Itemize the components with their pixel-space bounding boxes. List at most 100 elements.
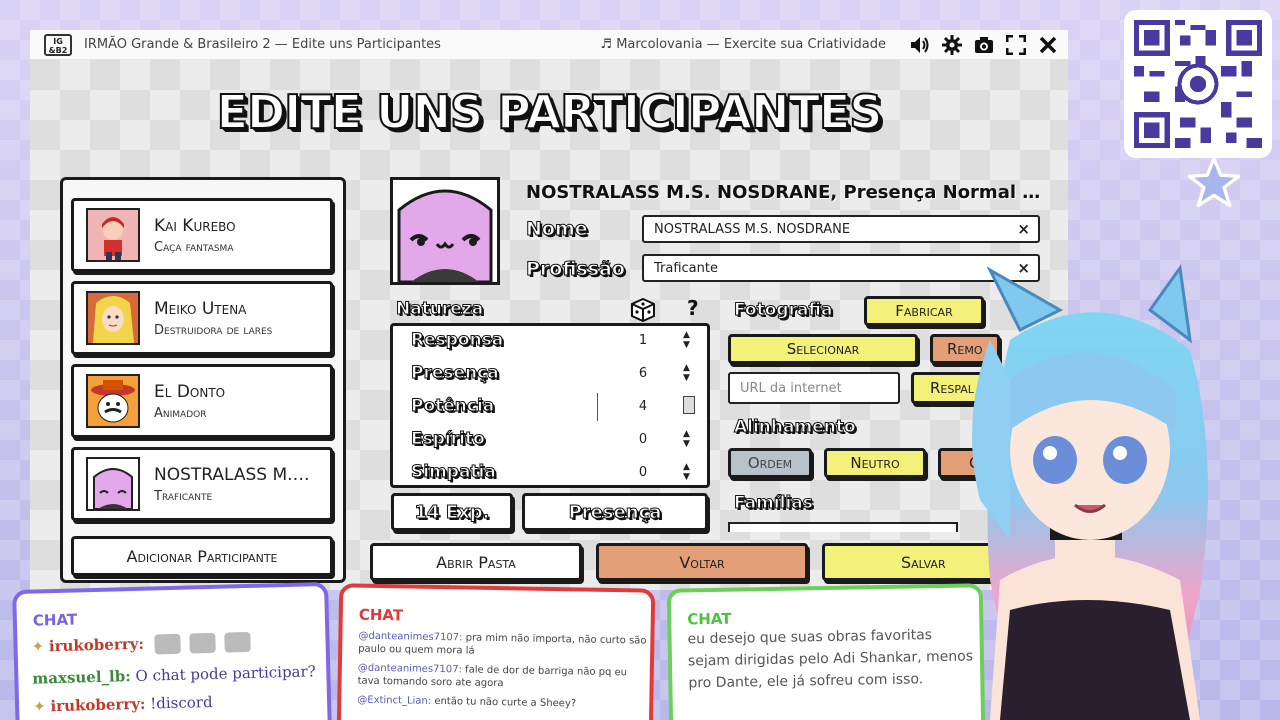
participant-name: Meiko Utena bbox=[154, 298, 247, 319]
participant-summary: NOSTRALASS M.S. NOSDRANE, Presença Norma… bbox=[526, 182, 1046, 203]
participant-card[interactable]: El Donto Animador bbox=[71, 364, 333, 438]
chat-panel-3: CHAT eu desejo que suas obras favoritas … bbox=[666, 583, 986, 720]
volume-icon[interactable] bbox=[910, 35, 930, 55]
participant-card-selected[interactable]: NOSTRALASS M.S. NOSDRANE Traficante bbox=[71, 447, 333, 521]
add-participant-button[interactable]: Adicionar Participante bbox=[71, 536, 333, 576]
chat-user: @danteanimes7107: bbox=[358, 630, 463, 644]
chat-message: maxsuel_lb: O chat pode participar? bbox=[32, 662, 316, 687]
stat-row: Espírito 0 ▲ ▼ bbox=[393, 425, 707, 458]
stat-label: Potência bbox=[410, 396, 495, 417]
stats-panel: Responsa 1 ▲ ▼ Presença 6 ▲ ▼ Potência 4 E… bbox=[390, 323, 710, 488]
participant-job: Destruidora de lares bbox=[154, 322, 273, 338]
chat-user: irukoberry: bbox=[48, 634, 145, 656]
stat-spinner[interactable]: ▲ ▼ bbox=[683, 363, 690, 383]
participant-avatar bbox=[86, 457, 140, 511]
photo-url-input[interactable]: URL da internet bbox=[728, 372, 900, 404]
profession-label: Profissão bbox=[526, 258, 626, 281]
chat-message: @danteanimes7107: pra mim não importa, n… bbox=[358, 630, 648, 661]
dice-icon[interactable] bbox=[631, 297, 655, 326]
chat-message: eu desejo que suas obras favoritas sejam… bbox=[687, 627, 974, 692]
participant-portrait[interactable] bbox=[390, 177, 500, 285]
app-logo: IG &B2 bbox=[44, 33, 72, 56]
stat-label: Espírito bbox=[411, 429, 486, 450]
chat-text: !discord bbox=[149, 692, 213, 713]
exp-button[interactable]: 14 Exp. bbox=[391, 493, 513, 531]
chat-text: então tu não curte a Sheey? bbox=[434, 695, 577, 710]
game-window: IG &B2 IRMÃO Grande & Brasileiro 2 — Edi… bbox=[30, 30, 1068, 590]
participant-card[interactable]: Kai Kurebo Caça fantasma bbox=[71, 198, 333, 272]
chat-message: @danteanimes7107: fale de dor de barriga… bbox=[358, 662, 648, 693]
title-bar: IG &B2 IRMÃO Grande & Brasileiro 2 — Edi… bbox=[30, 30, 1068, 60]
participant-name: El Donto bbox=[154, 381, 226, 402]
page-title: EDITE UNS PARTICIPANTES bbox=[216, 84, 884, 140]
clear-name-icon[interactable]: × bbox=[1017, 220, 1030, 238]
chat-text: O chat pode participar? bbox=[135, 662, 316, 685]
star-icon bbox=[1187, 156, 1241, 208]
nature-label: Natureza bbox=[395, 299, 484, 320]
stat-row: Simpatia 0 ▲ ▼ bbox=[393, 458, 707, 491]
participant-job: Caça fantasma bbox=[154, 239, 234, 255]
fullscreen-icon[interactable] bbox=[1006, 34, 1026, 55]
chat-title: CHAT bbox=[358, 605, 404, 625]
gear-icon[interactable] bbox=[942, 34, 962, 55]
chat-user: irukoberry: bbox=[50, 694, 146, 716]
stat-value[interactable]: 6 bbox=[633, 366, 653, 381]
chat-user: @danteanimes7107: bbox=[357, 662, 462, 676]
qr-code bbox=[1124, 10, 1272, 158]
window-title: IRMÃO Grande & Brasileiro 2 — Edite uns … bbox=[84, 37, 441, 52]
camera-icon[interactable] bbox=[974, 35, 994, 55]
emote-icon bbox=[154, 633, 181, 655]
chat-panel-1: CHAT ✦ irukoberry: maxsuel_lb: O chat po… bbox=[12, 581, 332, 720]
families-list[interactable] bbox=[728, 522, 958, 532]
chat-user: maxsuel_lb: bbox=[32, 667, 131, 688]
stat-value[interactable]: 0 bbox=[633, 432, 653, 447]
name-value: NOSTRALASS M.S. NOSDRANE bbox=[654, 221, 851, 237]
stat-row: Responsa 1 ▲ ▼ bbox=[393, 326, 707, 359]
chat-title: CHAT bbox=[32, 610, 78, 630]
alignment-order-button[interactable]: Ordem bbox=[728, 448, 812, 478]
chat-panel-2: CHAT @danteanimes7107: pra mim não impor… bbox=[336, 583, 656, 720]
participant-list[interactable]: Kai Kurebo Caça fantasma Meiko Utena Des… bbox=[60, 177, 346, 583]
stat-row: Presença 6 ▲ ▼ bbox=[393, 359, 707, 392]
participant-name: NOSTRALASS M.S. NOSDRANE bbox=[154, 464, 314, 485]
name-field[interactable]: NOSTRALASS M.S. NOSDRANE × bbox=[642, 215, 1040, 243]
families-label: Famílias bbox=[734, 493, 814, 514]
chat-user: @Extinct_Lian: bbox=[357, 694, 432, 707]
participant-avatar bbox=[86, 291, 140, 345]
participant-card[interactable]: Meiko Utena Destruidora de lares bbox=[71, 281, 333, 355]
stat-spinner[interactable]: ▲ ▼ bbox=[683, 462, 690, 482]
name-label: Nome bbox=[526, 218, 589, 241]
photo-label: Fotografia bbox=[734, 300, 834, 321]
profession-value: Traficante bbox=[654, 260, 718, 276]
stat-spinner[interactable] bbox=[683, 396, 695, 414]
participant-avatar bbox=[86, 208, 140, 262]
back-button[interactable]: Voltar bbox=[596, 543, 808, 581]
presence-button[interactable]: Presença bbox=[522, 493, 708, 531]
alignment-neutral-button[interactable]: Neutro bbox=[824, 448, 926, 478]
stat-spinner[interactable]: ▲ ▼ bbox=[683, 330, 690, 350]
stat-label: Responsa bbox=[410, 330, 504, 351]
stat-value[interactable]: 0 bbox=[633, 465, 653, 480]
chat-title: CHAT bbox=[687, 609, 732, 629]
stat-spinner[interactable]: ▲ ▼ bbox=[683, 429, 690, 449]
emote-icon bbox=[223, 631, 251, 653]
stat-label: Simpatia bbox=[411, 462, 497, 483]
open-folder-button[interactable]: Abrir Pasta bbox=[370, 543, 582, 581]
participant-job: Traficante bbox=[154, 488, 213, 504]
stat-value[interactable]: 4 bbox=[633, 399, 653, 414]
participant-name: Kai Kurebo bbox=[154, 215, 236, 236]
now-playing: ♬ Marcolovania — Exercite sua Criativida… bbox=[600, 37, 886, 52]
select-photo-button[interactable]: Selecionar bbox=[728, 334, 918, 364]
stat-row: Potência 4 bbox=[393, 392, 707, 425]
stat-value[interactable]: 1 bbox=[633, 333, 653, 348]
help-icon[interactable]: ? bbox=[687, 296, 699, 320]
chat-message: ✦ irukoberry: !discord bbox=[32, 692, 213, 716]
emote-icon bbox=[189, 632, 216, 654]
chat-message: ✦ irukoberry: bbox=[31, 631, 251, 658]
close-icon[interactable] bbox=[1038, 35, 1058, 55]
participant-avatar bbox=[86, 374, 140, 428]
chat-message: @Extinct_Lian: então tu não curte a Shee… bbox=[357, 694, 647, 712]
vtuber-avatar bbox=[972, 264, 1208, 720]
alignment-label: Alinhamento bbox=[734, 417, 857, 438]
participant-job: Animador bbox=[154, 405, 207, 421]
